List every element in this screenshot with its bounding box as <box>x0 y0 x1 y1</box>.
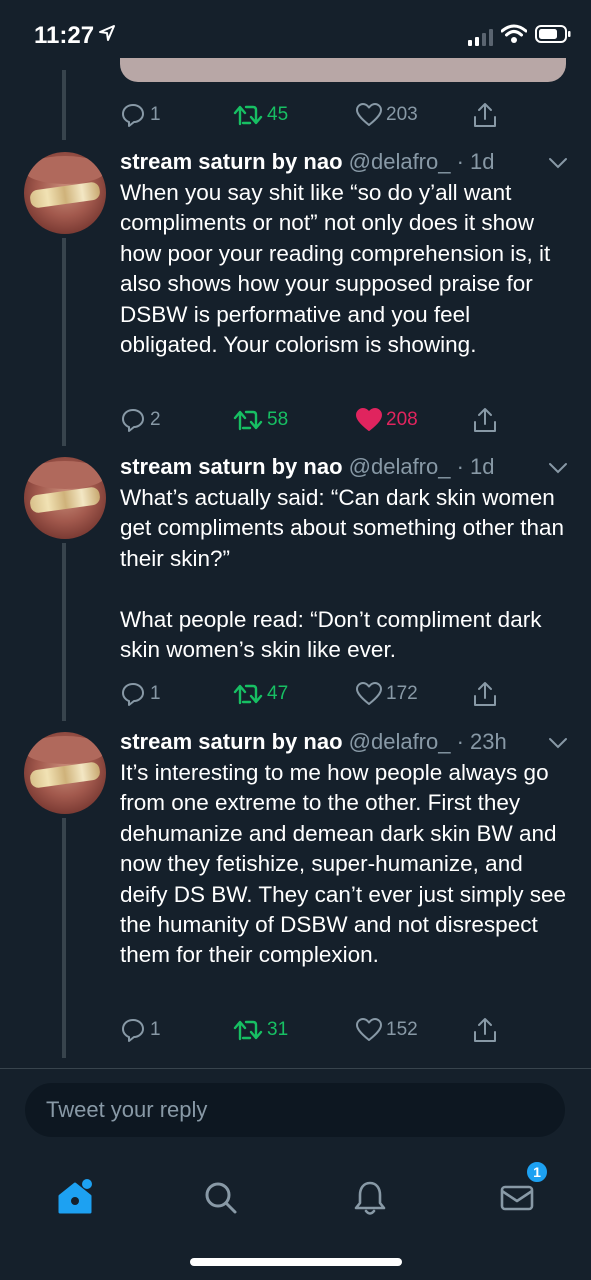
like-button[interactable]: 208 <box>356 405 418 435</box>
retweet-count: 47 <box>267 683 289 704</box>
wifi-icon <box>500 24 528 49</box>
chevron-down-icon[interactable] <box>548 736 568 754</box>
share-icon <box>474 1018 496 1042</box>
retweet-count: 58 <box>267 409 289 430</box>
author-name[interactable]: stream saturn by nao <box>120 729 343 754</box>
reply-button[interactable]: 2 <box>120 405 161 435</box>
thread-line <box>62 70 66 140</box>
tab-bar: 1 <box>0 1150 591 1280</box>
tweet-media-image[interactable] <box>120 58 566 82</box>
tweet-text: It’s interesting to me how people always… <box>120 760 573 968</box>
tab-home[interactable] <box>45 1168 105 1228</box>
avatar[interactable] <box>24 732 106 814</box>
avatar[interactable] <box>24 457 106 539</box>
tweet-text: What’s actually said: “Can dark skin wom… <box>120 485 565 663</box>
reply-bar <box>0 1068 591 1150</box>
reply-count: 2 <box>150 409 161 430</box>
reply-icon <box>122 104 144 127</box>
chevron-down-icon[interactable] <box>548 156 568 174</box>
retweet-icon <box>233 410 263 431</box>
retweet-button[interactable]: 58 <box>233 405 288 435</box>
retweet-button[interactable]: 47 <box>233 679 288 709</box>
tab-search[interactable] <box>191 1168 251 1228</box>
author-handle: @delafro_ <box>348 149 451 174</box>
tweet-actions: 1 45 203 <box>120 100 520 130</box>
thread-line <box>62 543 66 721</box>
author-handle: @delafro_ <box>348 454 451 479</box>
retweet-count: 31 <box>267 1019 289 1040</box>
share-button[interactable] <box>472 100 498 130</box>
reply-icon <box>122 1019 144 1042</box>
tab-notifications[interactable] <box>340 1168 400 1228</box>
tweet-actions: 2 58 208 <box>120 405 520 435</box>
home-indicator[interactable] <box>190 1258 402 1266</box>
like-button[interactable]: 172 <box>356 679 418 709</box>
author-handle: @delafro_ <box>348 729 451 754</box>
tweet-text: When you say shit like “so do y’all want… <box>120 180 557 358</box>
thread-line <box>62 238 66 446</box>
notifications-bell-icon <box>354 1181 386 1215</box>
battery-icon <box>535 24 571 49</box>
location-arrow-icon <box>98 24 116 47</box>
thread-line <box>62 818 66 1058</box>
like-count: 208 <box>386 409 418 430</box>
tweet-header: stream saturn by nao @delafro_ · 1d <box>120 454 495 480</box>
heart-icon <box>356 1018 382 1041</box>
search-icon <box>205 1182 237 1214</box>
author-name[interactable]: stream saturn by nao <box>120 149 343 174</box>
author-name[interactable]: stream saturn by nao <box>120 454 343 479</box>
home-icon <box>58 1179 92 1214</box>
retweet-icon <box>233 1020 263 1041</box>
tweet-header: stream saturn by nao @delafro_ · 23h <box>120 729 507 755</box>
tweet-time: · 23h <box>456 729 507 754</box>
tweet-time: · 1d <box>456 454 495 479</box>
retweet-icon <box>233 105 263 126</box>
tweet-actions: 1 47 172 <box>120 679 520 709</box>
reply-count: 1 <box>150 1019 161 1040</box>
retweet-button[interactable]: 31 <box>233 1015 288 1045</box>
share-icon <box>474 103 496 127</box>
like-count: 203 <box>386 104 418 125</box>
heart-icon <box>356 103 382 126</box>
share-button[interactable] <box>472 405 498 435</box>
heart-icon <box>356 682 382 705</box>
reply-button[interactable]: 1 <box>120 1015 161 1045</box>
retweet-button[interactable]: 45 <box>233 100 288 130</box>
tweet-time: · 1d <box>456 149 495 174</box>
reply-button[interactable]: 1 <box>120 679 161 709</box>
retweet-count: 45 <box>267 104 289 125</box>
avatar[interactable] <box>24 152 106 234</box>
reply-icon <box>122 683 144 706</box>
reply-icon <box>122 409 144 432</box>
messages-envelope-icon <box>500 1185 534 1211</box>
like-count: 172 <box>386 683 418 704</box>
retweet-icon <box>233 684 263 705</box>
like-count: 152 <box>386 1019 418 1040</box>
heart-filled-icon <box>356 408 382 431</box>
reply-count: 1 <box>150 104 161 125</box>
share-icon <box>474 408 496 432</box>
messages-badge: 1 <box>525 1160 549 1184</box>
cellular-signal-icon <box>468 28 493 46</box>
like-button[interactable]: 152 <box>356 1015 418 1045</box>
share-button[interactable] <box>472 1015 498 1045</box>
reply-button[interactable]: 1 <box>120 100 161 130</box>
share-icon <box>474 682 496 706</box>
chevron-down-icon[interactable] <box>548 461 568 479</box>
status-time: 11:27 <box>34 22 95 49</box>
share-button[interactable] <box>472 679 498 709</box>
tweet-actions: 1 31 152 <box>120 1015 520 1045</box>
like-button[interactable]: 203 <box>356 100 418 130</box>
tweet-header: stream saturn by nao @delafro_ · 1d <box>120 149 495 175</box>
reply-input[interactable] <box>25 1083 565 1137</box>
reply-count: 1 <box>150 683 161 704</box>
